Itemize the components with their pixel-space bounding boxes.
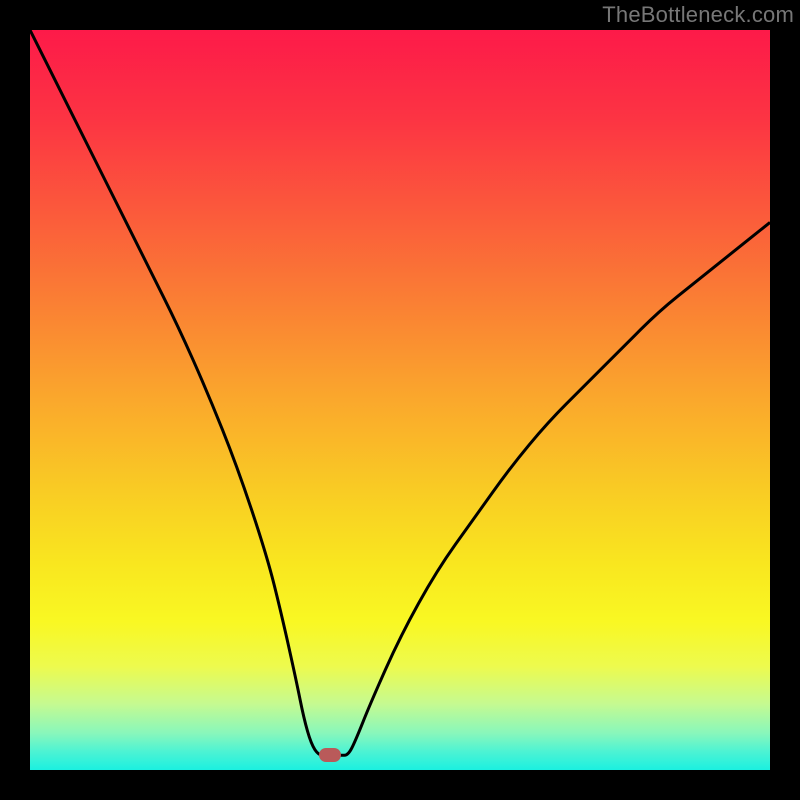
optimal-point-marker	[319, 748, 341, 762]
curve	[30, 30, 770, 770]
plot-area	[30, 30, 770, 770]
attribution-text: TheBottleneck.com	[602, 2, 794, 28]
chart-container: TheBottleneck.com	[0, 0, 800, 800]
